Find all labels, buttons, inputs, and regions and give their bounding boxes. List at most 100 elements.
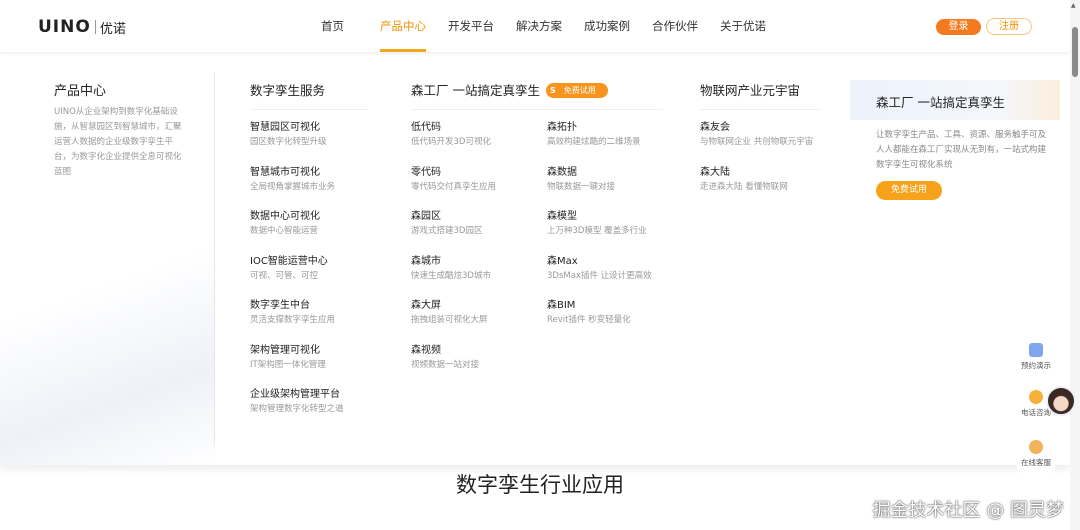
menu-item-desc: 高效构建炫酷的二维场景: [547, 137, 641, 147]
intro-panel: 产品中心 UINO从企业架构到数字化基础设施，从智慧园区到智慧城市，汇聚运营人数…: [0, 52, 215, 465]
promo-text-1: 让数字孪生产品、工具、资源、服务触手可及: [876, 130, 1047, 140]
book-demo-label: 预约演示: [1021, 361, 1051, 370]
online-service-label: 在线客服: [1021, 458, 1051, 467]
logo-divider: [94, 20, 96, 34]
menu-item-desc: 视频数据一站对接: [411, 359, 480, 370]
nav-solutions[interactable]: 解决方案: [505, 0, 573, 52]
menu-item-title: 数字孪生中台: [250, 300, 310, 311]
watermark: 掘金技术社区 @ 图灵梦: [872, 500, 1064, 521]
menu-item[interactable]: 森城市快速生成酷炫3D城市: [411, 255, 491, 283]
menu-item[interactable]: 数据中心可视化 数据中心智能运营: [250, 210, 320, 238]
menu-item[interactable]: 森模型上万种3D模型 覆盖多行业: [547, 210, 647, 238]
menu-item-title: 森友会: [700, 122, 730, 133]
top-header: UINO 优诺 首页 产品中心 开发平台 解决方案 成功案例 合作伙伴 关于优诺…: [0, 0, 1070, 52]
menu-item-desc: 架构管理数字化转型之道: [250, 404, 344, 414]
menu-item-title: 架构管理可视化: [250, 344, 320, 356]
menu-item-title: 森大屏: [411, 300, 441, 311]
free-trial-button[interactable]: 免费试用: [876, 181, 942, 200]
menu-item[interactable]: 森大屏拖拽组装可视化大屏: [411, 299, 488, 327]
menu-item-title: 森视频: [411, 344, 441, 356]
menu-item-title: 智慧园区可视化: [250, 122, 320, 133]
menu-item-desc: 快速生成酷炫3D城市: [411, 270, 491, 281]
menu-item-title: 零代码: [411, 166, 441, 178]
badge-label: 免费试用: [563, 86, 596, 95]
products-dropdown: 产品中心 UINO从企业架构到数字化基础设施，从智慧园区到智慧城市，汇聚运营人数…: [0, 52, 1070, 465]
menu-item-title: 森园区: [411, 211, 441, 222]
assistant-avatar[interactable]: [1046, 386, 1076, 416]
section-title: 数字孪生行业应用: [456, 473, 624, 497]
intro-title: 产品中心: [54, 84, 107, 99]
divider: [214, 72, 215, 445]
menu-item-desc: 灵活支撑数字孪生应用: [250, 315, 336, 325]
phone-icon: [1029, 390, 1043, 404]
menu-item-title: 智慧城市可视化: [250, 166, 320, 178]
menu-item-desc: 走进森大陆 看懂物联网: [700, 181, 788, 192]
headset-icon: [1029, 440, 1043, 454]
nav-products[interactable]: 产品中心: [369, 0, 437, 52]
calendar-icon: [1029, 343, 1043, 357]
scrollbar-thumb[interactable]: [1072, 27, 1078, 77]
menu-item[interactable]: 智慧城市可视化全局视角掌握城市业务: [250, 166, 335, 194]
menu-item-desc: 3DsMax插件 让设计更高效: [547, 270, 652, 281]
scrollbar[interactable]: ▲: [1070, 0, 1080, 530]
book-demo-button[interactable]: 预约演示: [1017, 343, 1055, 371]
nav-partners[interactable]: 合作伙伴: [641, 0, 709, 52]
menu-item-desc: 与物联网企业 共创物联元宇宙: [700, 137, 814, 147]
menu-item[interactable]: 森BIM Revit插件 秒变轻量化: [547, 299, 631, 327]
menu-item-title: 森BIM: [547, 300, 576, 311]
promo-card: 森工厂 一站搞定真孪生 让数字孪生产品、工具、资源、服务触手可及人人都能在森工厂…: [850, 80, 1060, 250]
logo-text: 优诺: [99, 21, 126, 37]
promo-text-2: 人人都能在森工厂实现从无到有，一站式构建数字孪生可视化系统: [876, 145, 1047, 170]
menu-item[interactable]: 低代码低代码开发3D可视化: [411, 121, 491, 149]
menu-item-title: 森大陆: [700, 166, 730, 178]
scroll-up-icon[interactable]: ▲: [1071, 2, 1076, 9]
menu-item-desc: 拖拽组装可视化大屏: [411, 315, 488, 325]
menu-item[interactable]: 架构管理可视化 IT架构图一体化管理: [250, 344, 326, 372]
column-title-iot: 物联网产业元宇宙: [700, 80, 822, 110]
menu-item-title: 森Max: [547, 255, 578, 267]
menu-item[interactable]: 零代码零代码交付真孪生应用: [411, 166, 496, 194]
login-button[interactable]: 登录: [936, 19, 981, 35]
logo[interactable]: UINO 优诺: [38, 17, 126, 37]
menu-item-desc: 低代码开发3D可视化: [411, 137, 491, 147]
menu-item-desc: 游戏式搭建3D园区: [411, 226, 483, 236]
column-title-sen-factory: 森工厂 一站搞定真孪生 S 免费试用: [411, 80, 663, 110]
phone-consult-label: 电话咨询: [1021, 408, 1051, 417]
menu-item[interactable]: 森拓扑高效构建炫酷的二维场景: [547, 121, 641, 149]
menu-item[interactable]: 企业级架构管理平台 架构管理数字化转型之道: [250, 388, 344, 416]
menu-item-title: 森拓扑: [547, 122, 577, 133]
menu-item-title: 低代码: [411, 122, 441, 133]
menu-item[interactable]: 森视频视频数据一站对接: [411, 344, 479, 372]
promo-card-title: 森工厂 一站搞定真孪生: [850, 80, 1060, 120]
nav-home[interactable]: 首页: [310, 0, 355, 52]
menu-item-desc: 上万种3D模型 覆盖多行业: [547, 226, 647, 236]
menu-item-desc: 可视、可管、可控: [250, 270, 319, 281]
nav-cases[interactable]: 成功案例: [573, 0, 641, 52]
menu-item[interactable]: IOC智能运营中心 可视、可管、可控: [250, 255, 328, 283]
free-trial-badge[interactable]: S 免费试用: [545, 83, 608, 98]
register-button[interactable]: 注册: [986, 18, 1032, 35]
menu-item-desc: 数据中心智能运营: [250, 226, 319, 236]
menu-item[interactable]: 智慧园区可视化 园区数字化转型升级: [250, 121, 327, 149]
menu-item[interactable]: 森友会与物联网企业 共创物联元宇宙: [700, 121, 813, 149]
main-nav: 首页 产品中心 开发平台 解决方案 成功案例 合作伙伴 关于优诺: [310, 0, 777, 52]
menu-item-title: IOC智能运营中心: [250, 255, 328, 267]
menu-item-desc: 零代码交付真孪生应用: [411, 181, 497, 192]
intro-text: UINO从企业架构到数字化基础设施，从智慧园区到智慧城市，汇聚运营人数据的企业级…: [54, 107, 182, 177]
badge-icon: S: [549, 86, 556, 95]
menu-item[interactable]: 森Max 3DsMax插件 让设计更高效: [547, 255, 652, 283]
menu-item-title: 森模型: [547, 211, 577, 222]
logo-mark: UINO: [38, 17, 91, 37]
online-service-button[interactable]: 在线客服: [1017, 440, 1055, 468]
menu-item[interactable]: 森园区游戏式搭建3D园区: [411, 210, 482, 238]
menu-item-desc: IT架构图一体化管理: [250, 359, 326, 370]
nav-dev-platform[interactable]: 开发平台: [437, 0, 505, 52]
nav-about[interactable]: 关于优诺: [709, 0, 777, 52]
menu-item[interactable]: 数字孪生中台灵活支撑数字孪生应用: [250, 299, 335, 327]
column-title-text: 森工厂 一站搞定真孪生: [411, 83, 540, 98]
menu-item-desc: 全局视角掌握城市业务: [250, 181, 336, 192]
menu-item[interactable]: 森大陆走进森大陆 看懂物联网: [700, 166, 788, 194]
menu-item-title: 森城市: [411, 255, 441, 267]
column-title-digital-twin: 数字孪生服务: [250, 80, 368, 110]
menu-item[interactable]: 森数据 物联数据一键对接: [547, 166, 615, 194]
